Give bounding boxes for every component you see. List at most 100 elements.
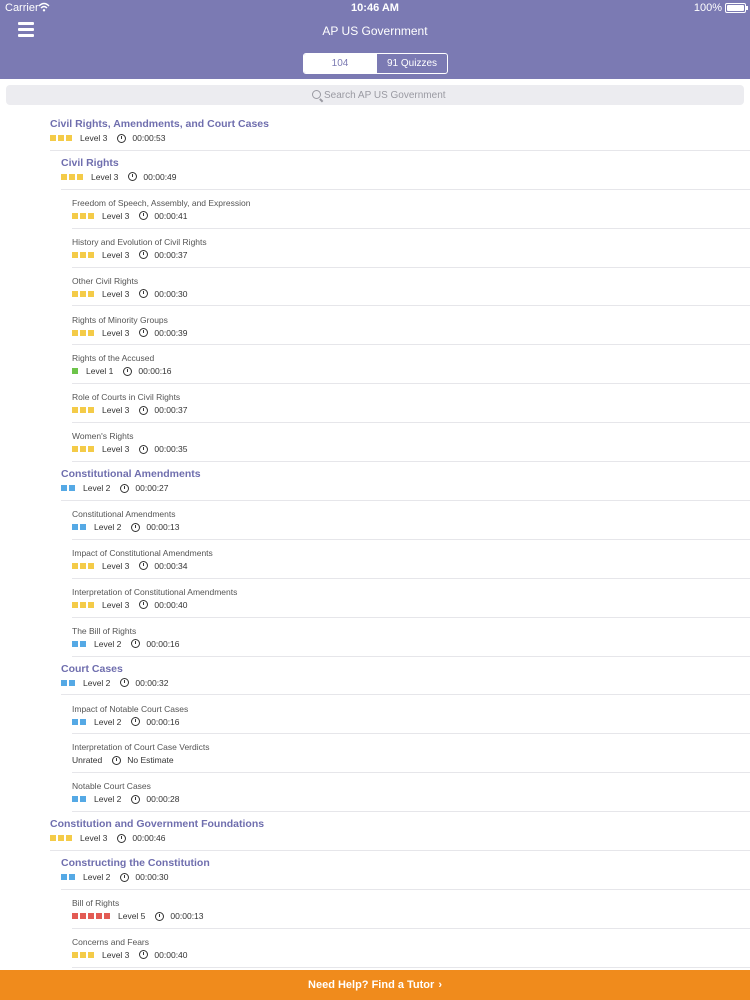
level-square [58, 835, 64, 842]
concept-row[interactable]: Women's Rights Level 3 00:00:35 [72, 423, 750, 463]
level-square [88, 290, 94, 297]
concept-row[interactable]: Concerns and Fears Level 3 00:00:40 [72, 929, 750, 968]
clock-icon [139, 561, 149, 571]
level-square [69, 679, 75, 686]
row-title: Civil Rights [61, 156, 119, 169]
level-squares-icon [50, 835, 74, 842]
level-square [80, 329, 86, 336]
level-label: Level 3 [102, 249, 130, 260]
level-square [72, 796, 78, 803]
level-label: Level 3 [102, 210, 130, 221]
time-estimate: 00:00:32 [135, 677, 169, 688]
level-squares-icon [72, 212, 96, 219]
row-meta: Level 2 00:00:16 [72, 639, 180, 649]
segmented-control: 104 Concepts 91 Quizzes [303, 53, 448, 74]
time-estimate: 00:00:28 [146, 794, 180, 805]
level-label: Level 3 [102, 288, 130, 299]
level-label: Level 1 [86, 366, 114, 377]
level-squares-icon [61, 679, 77, 686]
level-squares-icon [72, 329, 96, 336]
row-title: Notable Court Cases [72, 781, 151, 792]
level-label: Level 2 [94, 522, 122, 532]
concept-row[interactable]: Bill of Rights Level 5 00:00:13 [72, 890, 750, 929]
concept-row[interactable]: Impact of Notable Court Cases Level 2 00:0… [72, 696, 750, 735]
level-square [80, 601, 86, 608]
subcategory-row[interactable]: Court Cases Level 2 00:00:32 [61, 657, 750, 696]
level-square [80, 407, 86, 414]
chevron-right-icon: › [438, 979, 442, 991]
tab-quizzes[interactable]: 91 Quizzes [376, 54, 447, 73]
concept-row[interactable]: Rights of Minority Groups Level 3 00:00:39 [72, 307, 750, 346]
concept-row[interactable]: Constitutional Amendments Level 2 00:00:13 [72, 501, 750, 540]
level-square [80, 951, 86, 958]
clock-icon [112, 755, 122, 765]
subcategory-row[interactable]: Constructing the Constitution Level 2 00:0… [61, 851, 750, 890]
level-square [88, 251, 94, 258]
clock-icon [131, 522, 141, 532]
row-title: Interpretation of Court Case Verdicts [72, 742, 210, 753]
concept-row[interactable]: Impact of Constitutional Amendments Level… [72, 540, 750, 579]
clock-icon [131, 717, 141, 726]
clock-icon [139, 600, 149, 610]
level-square [80, 524, 86, 530]
subcategory-row[interactable]: Civil Rights Level 3 00:00:49 [61, 151, 750, 190]
concept-row[interactable]: Notable Court Cases Level 2 00:00:28 [72, 773, 750, 813]
level-label: Level 2 [94, 716, 122, 727]
clock-icon [120, 678, 130, 688]
level-label: Level 3 [102, 444, 130, 455]
concept-row[interactable]: The Bill of Rights Level 2 00:00:16 [72, 618, 750, 657]
level-label: Level 3 [80, 833, 108, 844]
level-square [72, 640, 78, 647]
time-estimate: 00:00:30 [135, 872, 169, 883]
search-input[interactable] [324, 85, 724, 105]
level-square [61, 173, 67, 180]
level-square [66, 135, 72, 141]
level-square [88, 562, 94, 569]
level-square [61, 679, 67, 686]
level-label: Level 3 [102, 949, 130, 960]
row-title: Court Cases [61, 662, 123, 675]
concept-row[interactable]: Interpretation of Court Case Verdicts Unr… [72, 734, 750, 774]
concept-row[interactable]: Interpretation of Constitutional Amendme… [72, 579, 750, 618]
time-estimate: 00:00:34 [154, 560, 188, 571]
level-label: Level 2 [83, 872, 111, 883]
level-label: Level 3 [91, 171, 119, 182]
find-tutor-button[interactable]: Need Help? Find a Tutor › [0, 970, 750, 1000]
level-square [80, 796, 86, 803]
level-squares-icon [61, 485, 77, 492]
category-row[interactable]: Constitution and Government Foundations L… [50, 812, 750, 852]
concept-row[interactable]: History and Evolution of Civil Rights Lev… [72, 229, 750, 268]
level-square [66, 835, 72, 842]
time-estimate: 00:00:37 [154, 405, 188, 416]
row-title: Rights of Minority Groups [72, 314, 168, 325]
row-title: The Bill of Rights [72, 625, 137, 636]
row-meta: Level 3 00:00:37 [72, 250, 188, 260]
concept-row[interactable]: Freedom of Speech, Assembly, and Express… [72, 190, 750, 229]
category-row[interactable]: Civil Rights, Amendments, and Court Case… [50, 112, 750, 151]
row-meta: Level 3 00:00:34 [72, 561, 188, 571]
concept-row[interactable]: Role of Courts in Civil Rights Level 3 00:… [72, 384, 750, 424]
level-square [50, 835, 56, 842]
row-title: Constitutional Amendments [61, 468, 201, 481]
concept-row[interactable]: Other Civil Rights Level 3 00:00:30 [72, 268, 750, 307]
time-estimate: 00:00:37 [154, 249, 188, 260]
clock-icon [131, 794, 141, 804]
level-square [104, 913, 110, 919]
row-meta: Unrated No Estimate [72, 755, 174, 765]
level-label: Level 3 [102, 599, 130, 610]
concept-row[interactable]: Rights of the Accused Level 1 00:00:16 [72, 345, 750, 385]
level-label: Level 5 [118, 911, 146, 921]
clock-icon [155, 911, 165, 921]
clock-icon [128, 172, 138, 182]
level-squares-icon [72, 251, 96, 258]
level-squares-icon [72, 601, 96, 608]
level-label: Level 3 [102, 560, 130, 571]
tab-concepts[interactable]: 104 Concepts [304, 54, 376, 73]
subcategory-row[interactable]: Constitutional Amendments Level 2 00:00:27 [61, 462, 750, 501]
clock-icon [139, 405, 149, 415]
level-squares-icon [72, 951, 96, 958]
level-square [72, 562, 78, 569]
level-squares-icon [72, 407, 96, 414]
level-square [80, 446, 86, 453]
level-square [88, 407, 94, 414]
